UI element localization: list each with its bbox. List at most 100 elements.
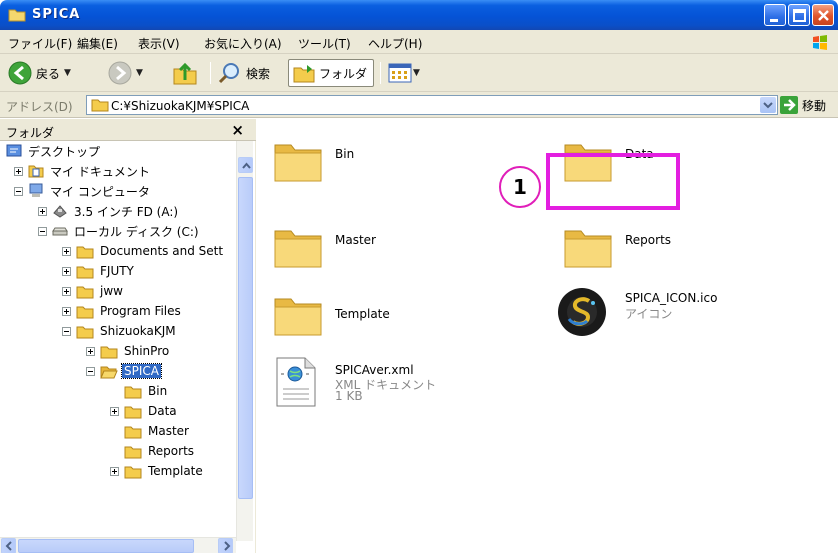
expand-icon[interactable]	[62, 266, 71, 276]
folder-icon	[91, 99, 109, 112]
menu-favorites[interactable]: お気に入り(A)	[204, 35, 282, 52]
close-icon[interactable]: ×	[231, 121, 244, 139]
folder-pane-title: フォルダ	[6, 126, 55, 140]
tree-item-reports[interactable]: Reports	[124, 441, 196, 461]
collapse-icon[interactable]	[14, 186, 23, 196]
chevron-down-icon: ▼	[64, 68, 71, 78]
tree-item-shizuokakjm[interactable]: ShizuokaKJM	[62, 321, 178, 341]
folder-item-reports[interactable]: Reports	[553, 219, 793, 275]
toolbar: 戻る ▼ ▼ 検索 フォルダ ▼	[0, 54, 838, 92]
menu-edit[interactable]: 編集(E)	[77, 35, 118, 52]
hard-drive-icon	[52, 227, 68, 236]
up-folder-button[interactable]	[172, 59, 198, 87]
tree-item-my-documents[interactable]: マイ ドキュメント	[14, 161, 152, 181]
menu-tools[interactable]: ツール(T)	[298, 35, 351, 52]
tree-label: Bin	[148, 384, 168, 398]
tree-item-program-files[interactable]: Program Files	[62, 301, 183, 321]
tree-label: jww	[100, 284, 123, 298]
address-dropdown-button[interactable]	[760, 97, 776, 113]
tree-label: Reports	[148, 444, 195, 458]
collapse-icon[interactable]	[38, 226, 47, 236]
open-folder-icon	[100, 366, 118, 378]
item-name: Master	[335, 233, 376, 247]
item-name: Reports	[625, 233, 672, 247]
xml-document-icon	[276, 357, 316, 407]
folder-item-template[interactable]: Template	[263, 287, 503, 343]
item-type: アイコン	[625, 307, 673, 321]
tree-item-bin[interactable]: Bin	[124, 381, 169, 401]
back-arrow-icon	[8, 61, 32, 85]
file-item-spicaver-xml[interactable]: SPICAver.xml XML ドキュメント 1 KB	[263, 357, 503, 413]
window-title: SPICA	[32, 7, 81, 22]
address-path: C:¥ShizuokaKJM¥SPICA	[111, 99, 250, 113]
item-size: 1 KB	[335, 389, 363, 403]
folder-icon	[564, 230, 612, 268]
close-button[interactable]	[812, 4, 834, 26]
folder-item-master[interactable]: Master	[263, 219, 503, 275]
file-item-spica-icon[interactable]: SPICA_ICON.ico アイコン	[553, 285, 793, 341]
expand-icon[interactable]	[110, 406, 119, 416]
scroll-thumb[interactable]	[238, 177, 253, 499]
folder-icon	[124, 446, 142, 458]
scroll-left-button[interactable]	[1, 538, 16, 553]
scroll-right-button[interactable]	[218, 538, 233, 553]
expand-icon[interactable]	[62, 306, 71, 316]
chevron-down-icon	[763, 102, 773, 109]
tree-item-fjuty[interactable]: FJUTY	[62, 261, 136, 281]
menu-file[interactable]: ファイル(F)	[8, 35, 72, 52]
title-bar: SPICA	[0, 0, 838, 30]
search-icon	[218, 63, 239, 84]
tree-item-my-computer[interactable]: マイ コンピュータ	[14, 181, 152, 201]
item-name: SPICA_ICON.ico	[625, 291, 718, 305]
tree-item-template[interactable]: Template	[110, 461, 205, 481]
collapse-icon[interactable]	[62, 326, 71, 336]
chevron-down-icon: ▼	[413, 68, 420, 78]
tree-label: FJUTY	[100, 264, 134, 278]
folders-toggle-button[interactable]: フォルダ	[288, 59, 375, 87]
folder-icon	[274, 230, 322, 268]
search-button[interactable]: 検索	[218, 59, 270, 87]
tree-item-jww[interactable]: jww	[62, 281, 125, 301]
vertical-scrollbar[interactable]	[236, 141, 253, 541]
tree-label: マイ コンピュータ	[50, 184, 150, 199]
folder-icon	[28, 165, 44, 178]
callout-highlight-box	[546, 153, 680, 210]
tree-item-desktop[interactable]: デスクトップ	[6, 141, 102, 161]
expand-icon[interactable]	[110, 466, 119, 476]
computer-icon	[29, 183, 43, 197]
expand-icon[interactable]	[38, 206, 47, 216]
tree-item-floppy[interactable]: 3.5 インチ FD (A:)	[38, 201, 180, 221]
chevron-left-icon	[5, 541, 12, 551]
maximize-button[interactable]	[788, 4, 810, 26]
menu-bar: ファイル(F) 編集(E) 表示(V) お気に入り(A) ツール(T) ヘルプ(…	[0, 30, 838, 54]
menu-help[interactable]: ヘルプ(H)	[368, 35, 422, 52]
scroll-up-button[interactable]	[238, 157, 253, 173]
folder-icon	[274, 144, 322, 182]
scroll-thumb[interactable]	[18, 539, 194, 553]
collapse-icon[interactable]	[86, 366, 95, 376]
tree-item-local-disk[interactable]: ローカル ディスク (C:)	[38, 221, 201, 241]
expand-icon[interactable]	[62, 286, 71, 296]
menu-view[interactable]: 表示(V)	[138, 35, 180, 52]
address-input[interactable]: C:¥ShizuokaKJM¥SPICA	[86, 95, 778, 115]
tree-item-shinpro[interactable]: ShinPro	[86, 341, 171, 361]
chevron-up-icon	[242, 162, 251, 169]
tree-item-documents-and-settings[interactable]: Documents and Sett	[62, 241, 225, 261]
forward-button[interactable]: ▼	[108, 59, 143, 87]
views-button[interactable]: ▼	[388, 59, 420, 87]
expand-icon[interactable]	[62, 246, 71, 256]
horizontal-scrollbar[interactable]	[0, 537, 236, 553]
tree-item-spica[interactable]: SPICA	[86, 361, 162, 381]
minimize-button[interactable]	[764, 4, 786, 26]
tree-item-data[interactable]: Data	[110, 401, 179, 421]
callout-number-badge: 1	[499, 166, 541, 208]
tree-label: ローカル ディスク (C:)	[74, 224, 199, 239]
tree-item-master[interactable]: Master	[124, 421, 191, 441]
back-button[interactable]: 戻る ▼	[8, 59, 71, 87]
expand-icon[interactable]	[86, 346, 95, 356]
expand-icon[interactable]	[14, 166, 23, 176]
tree-label: マイ ドキュメント	[50, 164, 150, 179]
go-button[interactable]: 移動	[780, 96, 826, 114]
folder-item-bin[interactable]: Bin	[263, 133, 503, 189]
tree-label: Data	[148, 404, 177, 418]
